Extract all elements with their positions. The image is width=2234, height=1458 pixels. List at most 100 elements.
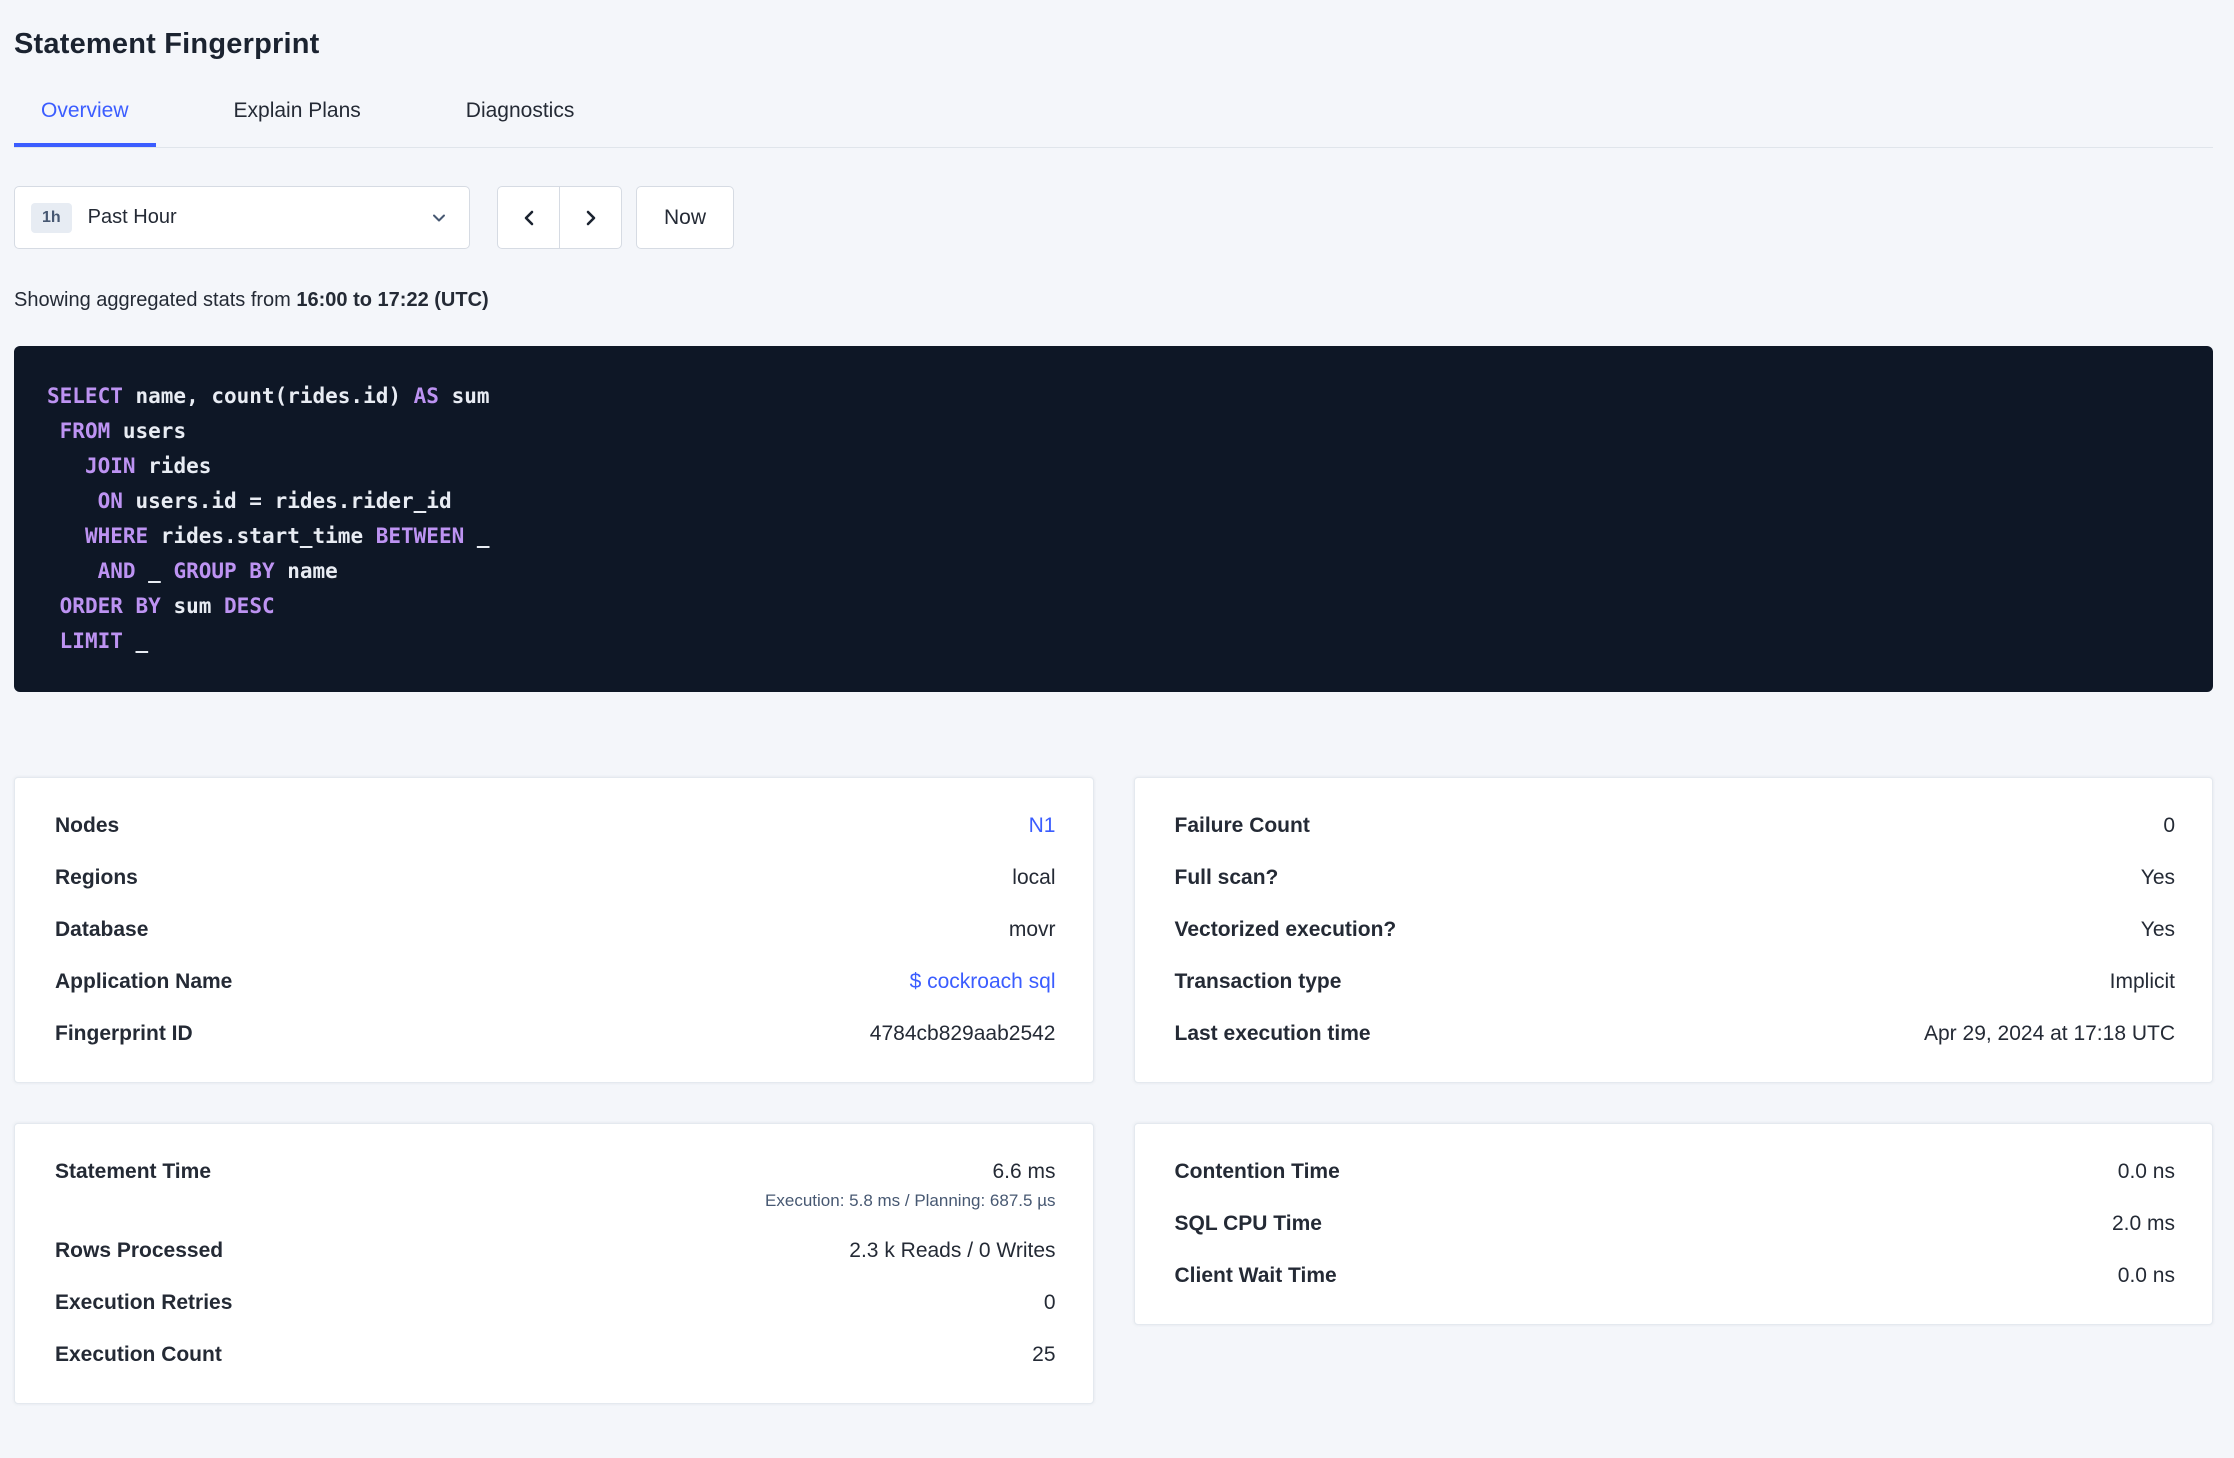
sql-line: ON users.id = rides.rider_id bbox=[47, 489, 452, 513]
chevron-left-icon bbox=[517, 206, 541, 230]
row-label: Application Name bbox=[55, 970, 233, 993]
row-label: Execution Retries bbox=[55, 1291, 233, 1314]
page-title: Statement Fingerprint bbox=[14, 28, 320, 60]
next-range-button[interactable] bbox=[559, 186, 622, 249]
row-label: Fingerprint ID bbox=[55, 1022, 193, 1045]
wait-times-card: Contention Time 0.0 ns SQL CPU Time 2.0 ms C… bbox=[1133, 1123, 2213, 1325]
sql-keyword: AS bbox=[413, 384, 439, 408]
row-value: Yes bbox=[2140, 866, 2175, 889]
row-value-link[interactable]: N1 bbox=[1029, 814, 1056, 837]
sql-line: WHERE rides.start_time BETWEEN _ bbox=[47, 524, 490, 548]
stats-line-range: 16:00 to 17:22 (UTC) bbox=[296, 289, 489, 311]
time-controls: 1h Past Hour Now bbox=[14, 186, 2213, 249]
sql-keyword: JOIN bbox=[84, 454, 136, 478]
sql-text: _ bbox=[464, 524, 490, 548]
card-row: Rows Processed 2.3 k Reads / 0 Writes bbox=[55, 1225, 1056, 1277]
tab-overview[interactable]: Overview bbox=[14, 85, 156, 147]
row-value-link[interactable]: $ cockroach sql bbox=[910, 970, 1056, 993]
card-row: Execution Count 25 bbox=[55, 1329, 1056, 1381]
statement-fingerprint-page: Statement Fingerprint Overview Explain P… bbox=[0, 0, 2234, 1404]
row-value-wrap: Yes bbox=[2141, 918, 2175, 942]
sql-text: users.id = rides.rider_id bbox=[122, 489, 452, 513]
time-range-label: Past Hour bbox=[87, 206, 177, 228]
sql-keyword: FROM bbox=[59, 419, 111, 443]
row-label: Statement Time bbox=[55, 1160, 211, 1183]
tab-bar: Overview Explain Plans Diagnostics bbox=[14, 85, 2213, 148]
row-value-wrap: 4784cb829aab2542 bbox=[870, 1022, 1056, 1046]
row-value: 0 bbox=[2163, 814, 2175, 837]
card-row: Vectorized execution? Yes bbox=[1175, 904, 2176, 956]
row-subvalue: Execution: 5.8 ms / Planning: 687.5 µs bbox=[765, 1191, 1056, 1210]
sql-keyword: LIMIT bbox=[59, 629, 123, 653]
row-value-wrap: local bbox=[1012, 866, 1055, 890]
row-value-wrap: 0.0 ns bbox=[2118, 1160, 2175, 1184]
card-row: Fingerprint ID 4784cb829aab2542 bbox=[55, 1008, 1056, 1060]
card-row: Database movr bbox=[55, 904, 1056, 956]
prev-range-button[interactable] bbox=[497, 186, 560, 249]
row-value: 4784cb829aab2542 bbox=[869, 1022, 1056, 1045]
sql-text: name bbox=[274, 559, 338, 583]
sql-text: _ bbox=[135, 559, 174, 583]
chevron-down-icon bbox=[429, 208, 449, 228]
row-value-wrap: 0.0 ns bbox=[2118, 1264, 2175, 1288]
card-row: Failure Count 0 bbox=[1175, 800, 2176, 852]
sql-text: rides.start_time bbox=[148, 524, 376, 548]
row-value-wrap: Implicit bbox=[2110, 970, 2175, 994]
row-value-wrap: 6.6 ms Execution: 5.8 ms / Planning: 687.… bbox=[765, 1160, 1055, 1211]
row-value-wrap: $ cockroach sql bbox=[910, 970, 1056, 994]
sql-text: _ bbox=[122, 629, 149, 653]
row-value: Implicit bbox=[2109, 970, 2175, 993]
sql-code: SELECT name, count(rides.id) AS sum FROM… bbox=[47, 379, 2180, 659]
card-row: Execution Retries 0 bbox=[55, 1277, 1056, 1329]
card-row: Contention Time 0.0 ns bbox=[1175, 1146, 2176, 1198]
card-row: Full scan? Yes bbox=[1175, 852, 2176, 904]
card-row: Nodes N1 bbox=[55, 800, 1056, 852]
sql-keyword: ORDER BY bbox=[59, 594, 161, 618]
aggregated-stats-line: Showing aggregated stats from 16:00 to 1… bbox=[14, 289, 2213, 312]
row-label: Execution Count bbox=[55, 1343, 222, 1366]
row-value-wrap: 2.0 ms bbox=[2112, 1212, 2175, 1236]
row-value-wrap: 25 bbox=[1032, 1343, 1055, 1367]
row-value-wrap: N1 bbox=[1029, 814, 1056, 838]
row-value: 0.0 ns bbox=[2117, 1264, 2175, 1287]
row-value-wrap: Yes bbox=[2141, 866, 2175, 890]
row-value-wrap: 0 bbox=[2163, 814, 2175, 838]
sql-text: rides bbox=[135, 454, 212, 478]
row-value: 6.6 ms bbox=[992, 1160, 1056, 1183]
sql-statement-box: SELECT name, count(rides.id) AS sum FROM… bbox=[14, 346, 2213, 692]
tab-explain-plans[interactable]: Explain Plans bbox=[207, 85, 388, 147]
row-value-wrap: movr bbox=[1009, 918, 1056, 942]
row-label: Regions bbox=[55, 866, 138, 889]
row-value: 0.0 ns bbox=[2117, 1160, 2175, 1183]
row-label: Failure Count bbox=[1174, 814, 1310, 837]
row-label: Contention Time bbox=[1174, 1160, 1340, 1183]
sql-text: users bbox=[110, 419, 187, 443]
chevron-right-icon bbox=[579, 206, 603, 230]
stats-line-prefix: Showing aggregated stats from bbox=[14, 289, 297, 311]
row-label: Last execution time bbox=[1174, 1022, 1371, 1045]
tab-diagnostics[interactable]: Diagnostics bbox=[439, 85, 602, 147]
row-value: local bbox=[1012, 866, 1056, 889]
row-value: 2.0 ms bbox=[2111, 1212, 2175, 1235]
execution-attributes-card: Failure Count 0 Full scan? Yes Vectorized ex… bbox=[1133, 777, 2213, 1083]
time-range-dropdown[interactable]: 1h Past Hour bbox=[14, 186, 470, 249]
sql-keyword: AND bbox=[97, 559, 136, 583]
card-row: SQL CPU Time 2.0 ms bbox=[1175, 1198, 2176, 1250]
sql-line: AND _ GROUP BY name bbox=[47, 559, 338, 583]
row-label: Database bbox=[55, 918, 149, 941]
now-button[interactable]: Now bbox=[636, 186, 735, 249]
range-step-buttons bbox=[497, 186, 622, 249]
sql-keyword: WHERE bbox=[84, 524, 149, 548]
card-row: Last execution time Apr 29, 2024 at 17:18… bbox=[1175, 1008, 2176, 1060]
row-label: Rows Processed bbox=[55, 1239, 224, 1262]
row-value-wrap: Apr 29, 2024 at 17:18 UTC bbox=[1924, 1022, 2175, 1046]
card-row: Client Wait Time 0.0 ns bbox=[1175, 1250, 2176, 1302]
sql-text: name, count(rides.id) bbox=[122, 384, 414, 408]
